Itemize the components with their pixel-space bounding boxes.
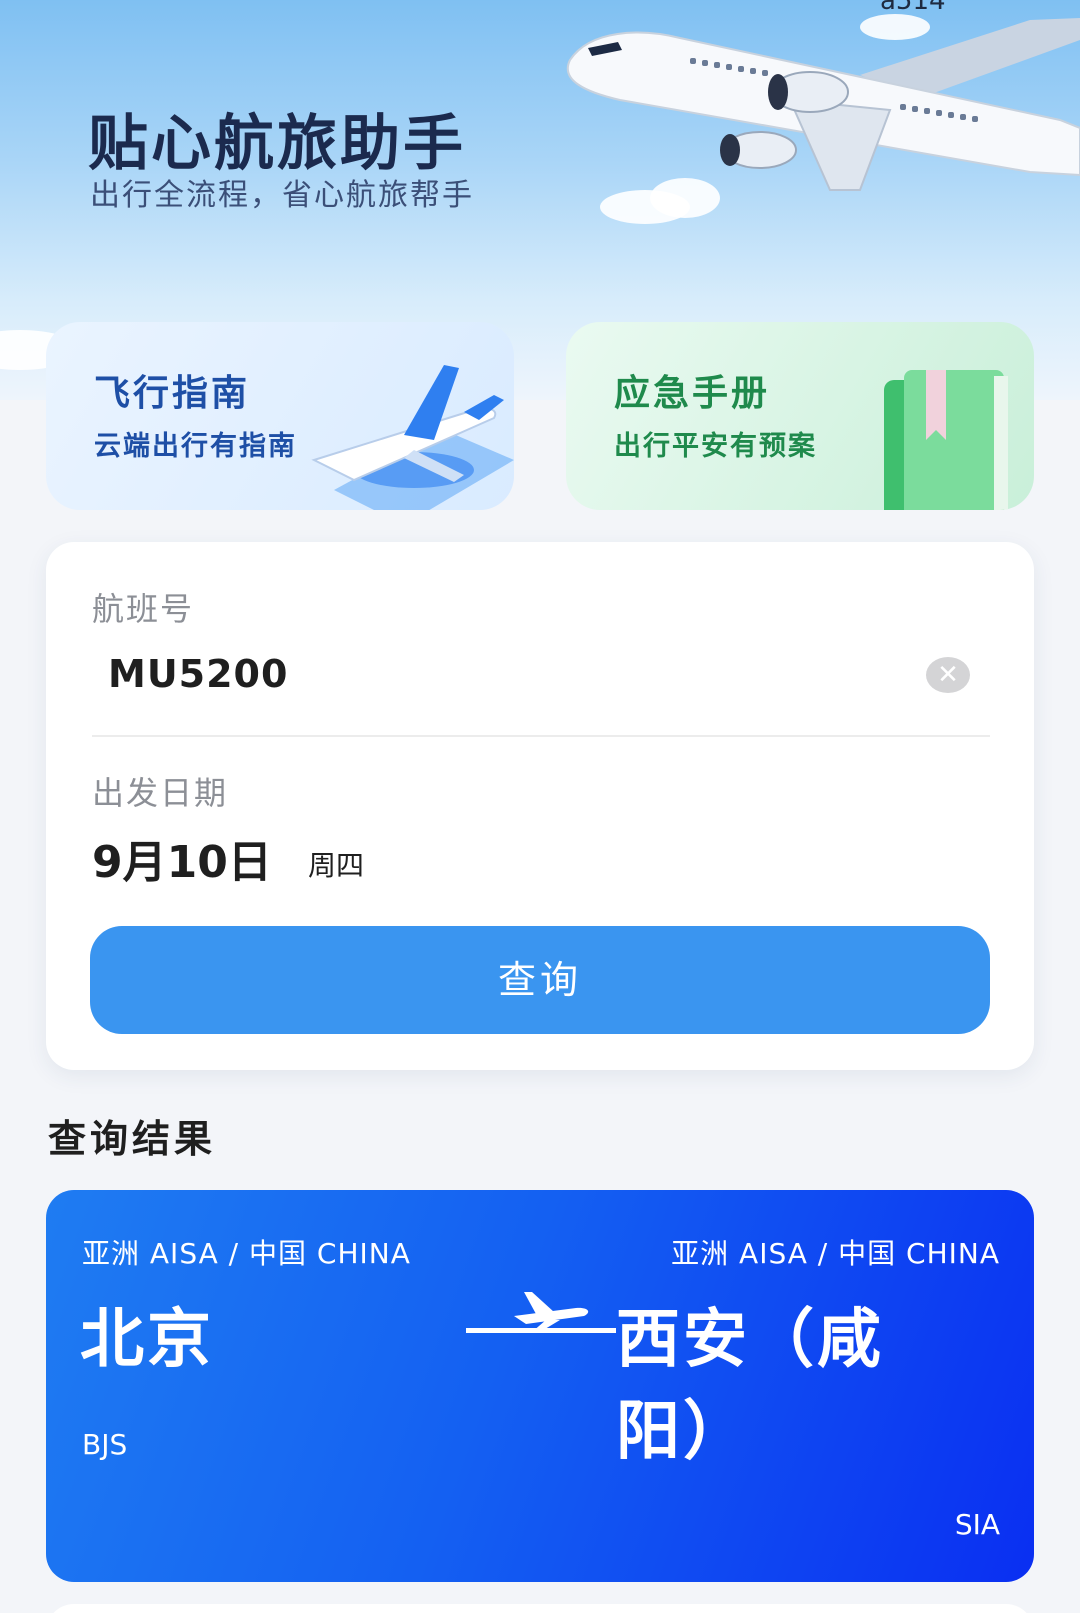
departure-date-value[interactable]: 9月10日 [92,826,272,890]
flight-number-label: 航班号 [92,590,195,628]
departure-region: 亚洲 AISA / 中国 CHINA [82,1237,411,1270]
departure-date-label: 出发日期 [92,774,229,812]
query-button[interactable]: 查询 [90,926,990,1034]
airplane-icon [311,365,514,510]
emergency-manual-title: 应急手册 [614,373,771,414]
emergency-manual-card[interactable]: 应急手册 出行平安有预案 [566,322,1034,510]
results-title: 查询结果 [48,1117,217,1161]
flight-guide-desc: 云端出行有指南 [94,431,297,462]
clear-icon[interactable]: ✕ [926,657,970,693]
hero-subtitle: 出行全流程，省心航旅帮手 [90,178,474,213]
flight-guide-title: 飞行指南 [94,373,251,414]
app-page: a514 贴心航旅助手 出行全流程，省心航旅帮手 飞行指南 云端出行有指南 应急… [0,0,1080,1613]
departure-code: BJS [82,1428,128,1461]
divider [92,735,990,737]
flight-guide-card[interactable]: 飞行指南 云端出行有指南 [46,322,514,510]
flight-search-form: 航班号 ✕ 出发日期 9月10日 周四 查询 [46,542,1034,1070]
emergency-manual-desc: 出行平安有预案 [614,431,817,462]
flight-result-card[interactable]: 亚洲 AISA / 中国 CHINA 亚洲 AISA / 中国 CHINA 北京… [46,1190,1034,1582]
book-icon [884,370,1008,510]
airplane-route-icon [466,1292,616,1333]
hero-title: 贴心航旅助手 [88,109,466,179]
departure-city: 北京 [80,1303,214,1377]
arrival-region: 亚洲 AISA / 中国 CHINA [671,1237,1000,1270]
next-card-edge [46,1604,1034,1613]
arrival-city: 西安（咸阳） [616,1303,884,1469]
airplane-illustration-icon [567,18,1080,191]
flight-number-input[interactable] [108,646,868,702]
arrival-code: SIA [954,1508,1000,1541]
departure-weekday: 周四 [308,849,365,882]
